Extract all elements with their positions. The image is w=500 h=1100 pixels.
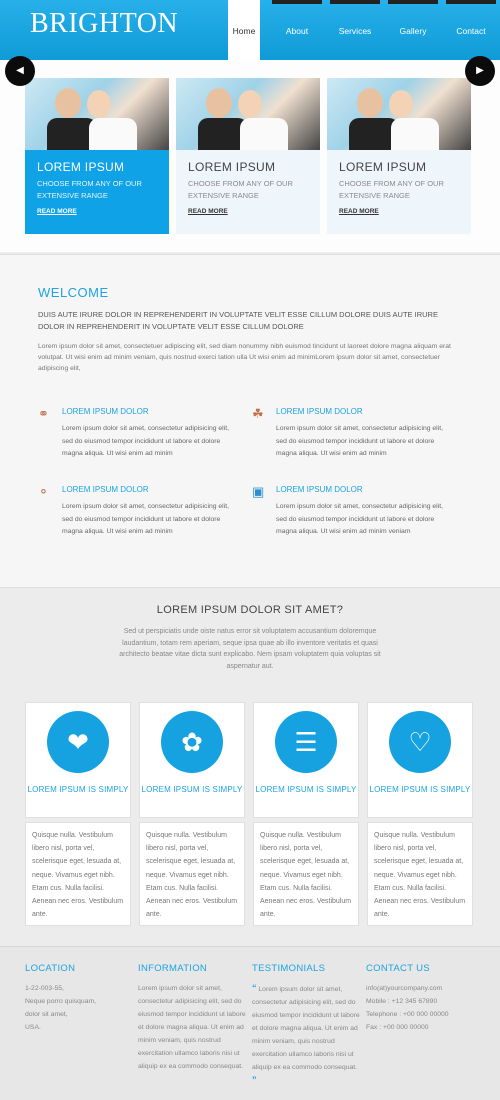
nav-gallery[interactable]: Gallery: [384, 0, 442, 60]
address-line: 1-22-003-55,: [25, 985, 64, 992]
welcome-body: Lorem ipsum dolor sit amet, consectetuer…: [38, 343, 451, 372]
service-title[interactable]: LOREM IPSUM IS SIMPLY: [368, 783, 472, 797]
service-title[interactable]: LOREM IPSUM IS SIMPLY: [26, 783, 130, 797]
contact-telephone: Telephone : +00 000 00000: [366, 1011, 449, 1018]
slide-text: CHOOSE FROM ANY OF OUR EXTENSIVE RANGE: [37, 179, 142, 200]
service-card-top: ❤ LOREM IPSUM IS SIMPLY: [25, 702, 131, 818]
slide-card: LOREM IPSUM CHOOSE FROM ANY OF OUR EXTEN…: [327, 78, 471, 234]
service-card: ❤ LOREM IPSUM IS SIMPLY Quisque nulla. V…: [25, 702, 131, 926]
featured-slider: LOREM IPSUM CHOOSE FROM ANY OF OUR EXTEN…: [0, 60, 500, 252]
read-more-link[interactable]: READ MORE: [25, 202, 169, 221]
feature-text: Lorem ipsum dolor sit amet, consectetur …: [276, 503, 443, 535]
site-header: BRIGHTON Home About Services Gallery Con…: [0, 0, 500, 70]
feature-title[interactable]: LOREM IPSUM DOLOR: [276, 407, 363, 416]
information-text: Lorem ipsum dolor sit amet, consectetur …: [138, 985, 246, 1070]
testimonial-text: “ Lorem ipsum dolor sit amet, consectetu…: [252, 982, 360, 1088]
service-card-top: ☰ LOREM IPSUM IS SIMPLY: [253, 702, 359, 818]
welcome-title: WELCOME: [38, 285, 109, 300]
services-section: LOREM IPSUM DOLOR SIT AMET? Sed ut persp…: [0, 588, 500, 946]
service-card-top: ✿ LOREM IPSUM IS SIMPLY: [139, 702, 245, 818]
services-title: LOREM IPSUM DOLOR SIT AMET?: [156, 604, 344, 616]
slide-text: CHOOSE FROM ANY OF OUR EXTENSIVE RANGE: [188, 179, 293, 200]
footer-testimonials: TESTIMONIALS “ Lorem ipsum dolor sit ame…: [252, 963, 360, 1088]
ring-icon: ⚬: [38, 484, 49, 499]
feature-title[interactable]: LOREM IPSUM DOLOR: [276, 485, 363, 494]
welcome-section: WELCOME DUIS AUTE IRURE DOLOR IN REPREHE…: [0, 254, 500, 588]
contact-email[interactable]: info(at)yourcompany.com: [366, 982, 474, 995]
wedding-cake-icon[interactable]: ☰: [275, 711, 337, 773]
slide-title: LOREM IPSUM: [37, 160, 125, 174]
slide-card: LOREM IPSUM CHOOSE FROM ANY OF OUR EXTEN…: [176, 78, 320, 234]
service-card: ♡ LOREM IPSUM IS SIMPLY Quisque nulla. V…: [367, 702, 473, 926]
service-card: ✿ LOREM IPSUM IS SIMPLY Quisque nulla. V…: [139, 702, 245, 926]
nav-label: Gallery: [399, 26, 427, 36]
nav-label: About: [285, 26, 309, 36]
feature-title[interactable]: LOREM IPSUM DOLOR: [62, 407, 149, 416]
slide-title: LOREM IPSUM: [339, 160, 427, 174]
nav-home[interactable]: Home: [228, 0, 260, 70]
heart-arrow-icon[interactable]: ❤: [47, 711, 109, 773]
read-more-link[interactable]: READ MORE: [176, 202, 320, 221]
service-title[interactable]: LOREM IPSUM IS SIMPLY: [254, 783, 358, 797]
welcome-lead: DUIS AUTE IRURE DOLOR IN REPREHENDERIT I…: [38, 310, 438, 331]
slide-text: CHOOSE FROM ANY OF OUR EXTENSIVE RANGE: [339, 179, 444, 200]
slide-title: LOREM IPSUM: [188, 160, 276, 174]
address-line: Neque porro quisquam,: [25, 998, 97, 1005]
footer-information: INFORMATION Lorem ipsum dolor sit amet, …: [138, 963, 246, 1073]
service-card-top: ♡ LOREM IPSUM IS SIMPLY: [367, 702, 473, 818]
service-card: ☰ LOREM IPSUM IS SIMPLY Quisque nulla. V…: [253, 702, 359, 926]
feature-text: Lorem ipsum dolor sit amet, consectetur …: [276, 425, 443, 457]
service-title[interactable]: LOREM IPSUM IS SIMPLY: [140, 783, 244, 797]
nav-services[interactable]: Services: [326, 0, 384, 60]
slider-prev-arrow-icon[interactable]: ◀: [5, 56, 35, 86]
slider-next-arrow-icon[interactable]: ▶: [465, 56, 495, 86]
nav-contact[interactable]: Contact: [442, 0, 500, 60]
nav-about[interactable]: About: [268, 0, 326, 60]
gift-icon: ▣: [252, 484, 265, 499]
nav-label: Contact: [456, 26, 486, 36]
services-intro: Sed ut perspiciatis unde oiste natus err…: [119, 628, 381, 670]
testimonial-body: Lorem ipsum dolor sit amet, consectetur …: [252, 986, 360, 1071]
couple-photo: [176, 78, 320, 150]
feature-text: Lorem ipsum dolor sit amet, consectetur …: [62, 503, 229, 535]
nav-label: Home: [232, 26, 256, 36]
contact-fax: Fax : +00 000 00000: [366, 1024, 429, 1031]
contact-mobile: Mobile : +12 345 67890: [366, 998, 438, 1005]
footer-heading: LOCATION: [25, 963, 76, 974]
feature-title[interactable]: LOREM IPSUM DOLOR: [62, 485, 149, 494]
footer-location: LOCATION 1-22-003-55, Neque porro quisqu…: [25, 963, 133, 1034]
address-line: dolor sit amet,: [25, 1011, 68, 1018]
read-more-link[interactable]: READ MORE: [327, 202, 471, 221]
site-logo[interactable]: BRIGHTON: [30, 8, 178, 40]
footer-heading: INFORMATION: [138, 963, 208, 974]
bouquet-icon[interactable]: ✿: [161, 711, 223, 773]
couple-photo: [327, 78, 471, 150]
footer-heading: TESTIMONIALS: [252, 963, 326, 974]
close-quote-icon: ”: [252, 1075, 257, 1085]
cake-icon: ☘: [252, 406, 264, 421]
address-line: USA.: [25, 1024, 41, 1031]
footer-contact: CONTACT US info(at)yourcompany.com Mobil…: [366, 963, 474, 1034]
main-nav: Home About Services Gallery Contact: [228, 0, 500, 70]
rings-icon: ⚭: [38, 406, 49, 421]
site-footer: LOCATION 1-22-003-55, Neque porro quisqu…: [0, 946, 500, 1100]
nav-label: Services: [338, 26, 372, 36]
couple-photo: [25, 78, 169, 150]
service-text: Quisque nulla. Vestibulum libero nisl, p…: [25, 822, 131, 926]
open-quote-icon: “: [252, 983, 257, 993]
feature-text: Lorem ipsum dolor sit amet, consectetur …: [62, 425, 229, 457]
slide-card: LOREM IPSUM CHOOSE FROM ANY OF OUR EXTEN…: [25, 78, 169, 234]
service-text: Quisque nulla. Vestibulum libero nisl, p…: [367, 822, 473, 926]
footer-heading: CONTACT US: [366, 963, 430, 974]
service-text: Quisque nulla. Vestibulum libero nisl, p…: [253, 822, 359, 926]
calendar-heart-icon[interactable]: ♡: [389, 711, 451, 773]
service-text: Quisque nulla. Vestibulum libero nisl, p…: [139, 822, 245, 926]
